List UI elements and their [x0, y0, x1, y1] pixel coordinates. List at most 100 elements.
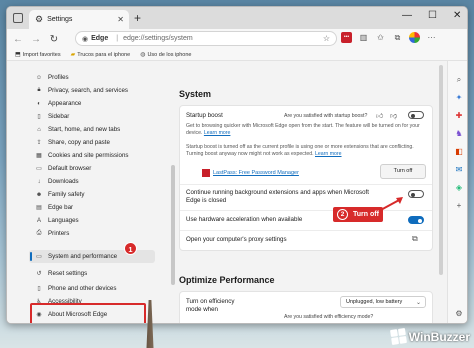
sidebar-active-indicator — [30, 252, 32, 261]
share-icon: ⇪ — [36, 140, 42, 146]
tab-close-icon[interactable]: ✕ — [117, 15, 124, 24]
sidebar-item-languages[interactable]: A Languages — [35, 215, 79, 226]
browser-icon: ▭ — [36, 166, 42, 172]
settings-sidebar: ☺ Profiles 🔒︎ Privacy, search, and service… — [23, 61, 175, 323]
sidebar-item-sidebar[interactable]: ▯ Sidebar — [35, 111, 69, 122]
extension-turn-off-button[interactable]: Turn off — [380, 164, 426, 179]
efficiency-card: Turn on efficiency mode when Unplugged, … — [179, 291, 433, 323]
profile-avatar[interactable] — [409, 32, 420, 43]
sidebar-item-profiles[interactable]: ☺ Profiles — [35, 72, 69, 83]
tools-icon[interactable]: ✚ — [454, 111, 464, 121]
drop-icon[interactable]: ◈ — [454, 183, 464, 193]
sidebar-item-appearance[interactable]: ◐ Appearance — [35, 98, 81, 109]
address-brand: Edge — [91, 35, 109, 42]
favorite-label: Import favorites — [22, 51, 61, 58]
favorites-icon[interactable]: ✩ — [375, 32, 386, 43]
thumbs-up-icon[interactable]: 👍︎ — [376, 111, 383, 120]
background-apps-toggle[interactable] — [408, 190, 424, 198]
sidebar-item-label: Family safety — [48, 191, 85, 198]
sidebar-item-label: Share, copy and paste — [48, 139, 110, 146]
sidebar-item-reset-settings[interactable]: ↺ Reset settings — [35, 268, 87, 279]
menu-more-icon[interactable]: ··· — [426, 32, 437, 43]
sidebar-item-family-safety[interactable]: ☻ Family safety — [35, 189, 85, 200]
startup-boost-title: Startup boost — [186, 112, 223, 119]
sidebar-item-system-performance[interactable]: ▭ System and performance — [35, 251, 117, 262]
thumbs-down-icon[interactable]: 👎︎ — [390, 111, 397, 120]
external-link-icon[interactable]: ⧉ — [412, 234, 418, 244]
tab-settings[interactable]: ⚙ Settings ✕ — [29, 10, 129, 29]
lock-icon: 🔒︎ — [37, 87, 41, 93]
sidebar-icon: ▯ — [37, 114, 41, 120]
edge-side-panel: ⌕ ✦ ✚ ♞ ◧ ✉ ◈ + ⚙ — [447, 61, 467, 323]
hardware-acceleration-toggle[interactable] — [408, 216, 424, 224]
collections-icon[interactable]: ⧉ — [392, 32, 403, 43]
sidebar-item-start-home[interactable]: ⌂ Start, home, and new tabs — [35, 124, 120, 135]
refresh-icon[interactable]: ↻ — [49, 34, 59, 45]
office-icon[interactable]: ◧ — [454, 147, 464, 157]
edge-logo-icon: ◉ — [82, 35, 89, 43]
proxy-settings-title: Open your computer's proxy settings — [186, 236, 287, 243]
favorite-trucos[interactable]: ▰ Trucos para el iphone — [71, 51, 131, 59]
back-icon[interactable]: ← — [13, 34, 23, 45]
system-icon: ▭ — [36, 254, 42, 260]
lastpass-icon — [202, 169, 210, 177]
sidebar-item-phone-devices[interactable]: ▯ Phone and other devices — [35, 283, 116, 294]
system-settings-card: Startup boost Are you satisfied with sta… — [179, 105, 433, 251]
sidebar-item-label: Printers — [48, 230, 70, 237]
learn-more-link[interactable]: Learn more — [204, 130, 231, 136]
copilot-icon[interactable]: ✦ — [454, 93, 464, 103]
favorite-star-icon[interactable]: ☆ — [323, 34, 330, 43]
sidebar-item-label: Phone and other devices — [48, 285, 117, 292]
tab-actions-icon[interactable] — [13, 13, 23, 23]
hardware-acceleration-title: Use hardware acceleration when available — [186, 216, 303, 223]
toolbar: ← → ↻ ◉ Edge | edge://settings/system ☆ … — [7, 29, 467, 49]
annotation-badge-1: 1 — [124, 242, 137, 255]
settings-content: ☺ Profiles 🔒︎ Privacy, search, and service… — [7, 61, 447, 323]
minimize-button[interactable]: — — [402, 10, 412, 21]
add-icon[interactable]: + — [454, 201, 464, 211]
outlook-icon[interactable]: ✉ — [454, 165, 464, 175]
address-url: edge://settings/system — [123, 35, 193, 42]
address-bar[interactable]: ◉ Edge | edge://settings/system ☆ — [75, 31, 337, 46]
search-icon[interactable]: ⌕ — [454, 75, 464, 85]
lastpass-extension-icon[interactable]: ••• — [341, 32, 352, 43]
efficiency-dropdown-value: Unplugged, low battery — [346, 299, 403, 305]
sidebar-item-printers[interactable]: ⎙ Printers — [35, 228, 70, 239]
startup-boost-description: Get to browsing quicker with Microsoft E… — [186, 123, 426, 136]
sidebar-item-label: Reset settings — [48, 270, 88, 277]
games-icon[interactable]: ♞ — [454, 129, 464, 139]
maximize-button[interactable]: ☐ — [428, 10, 437, 21]
toolbar-extensions: ••• ▥ ✩ ⧉ ··· — [341, 32, 437, 43]
sidebar-item-label: Start, home, and new tabs — [48, 126, 121, 133]
optimize-title: Optimize Performance — [179, 275, 275, 285]
favorite-uso[interactable]: ◍ Uso de los iphone — [140, 51, 192, 59]
new-tab-button[interactable]: + — [134, 11, 141, 25]
sidebar-item-edge-bar[interactable]: ▤ Edge bar — [35, 202, 73, 213]
annotation-highlight-box — [30, 303, 146, 323]
split-screen-icon[interactable]: ▥ — [358, 32, 369, 43]
annotation-arrow — [378, 197, 403, 212]
sidebar-item-label: System and performance — [48, 253, 118, 260]
learn-more-link-2[interactable]: Learn more — [315, 151, 342, 157]
sidebar-item-share[interactable]: ⇪ Share, copy and paste — [35, 137, 110, 148]
favorite-import[interactable]: ⬒ Import favorites — [15, 51, 61, 59]
sidebar-item-label: Edge bar — [48, 204, 74, 211]
sidebar-item-downloads[interactable]: ↓ Downloads — [35, 176, 79, 187]
tab-title: Settings — [47, 16, 73, 23]
startup-boost-toggle[interactable] — [408, 111, 424, 119]
close-window-button[interactable]: ✕ — [453, 10, 461, 21]
sidebar-item-cookies[interactable]: ▦ Cookies and site permissions — [35, 150, 128, 161]
forward-icon[interactable]: → — [31, 34, 41, 45]
divider — [180, 184, 432, 185]
printer-icon: ⎙ — [36, 230, 42, 236]
panel-settings-icon[interactable]: ⚙ — [454, 309, 464, 319]
sidebar-item-default-browser[interactable]: ▭ Default browser — [35, 163, 91, 174]
startup-boost-feedback: Are you satisfied with startup boost? — [284, 113, 368, 119]
sidebar-item-label: Cookies and site permissions — [48, 152, 129, 159]
extension-name-link[interactable]: LastPass: Free Password Manager — [213, 170, 299, 176]
family-icon: ☻ — [35, 191, 43, 198]
main-scrollbar[interactable] — [439, 65, 443, 275]
sidebar-item-privacy[interactable]: 🔒︎ Privacy, search, and services — [35, 85, 128, 96]
favorite-label: Uso de los iphone — [147, 51, 192, 58]
efficiency-dropdown[interactable]: Unplugged, low battery ⌄ — [340, 296, 426, 308]
